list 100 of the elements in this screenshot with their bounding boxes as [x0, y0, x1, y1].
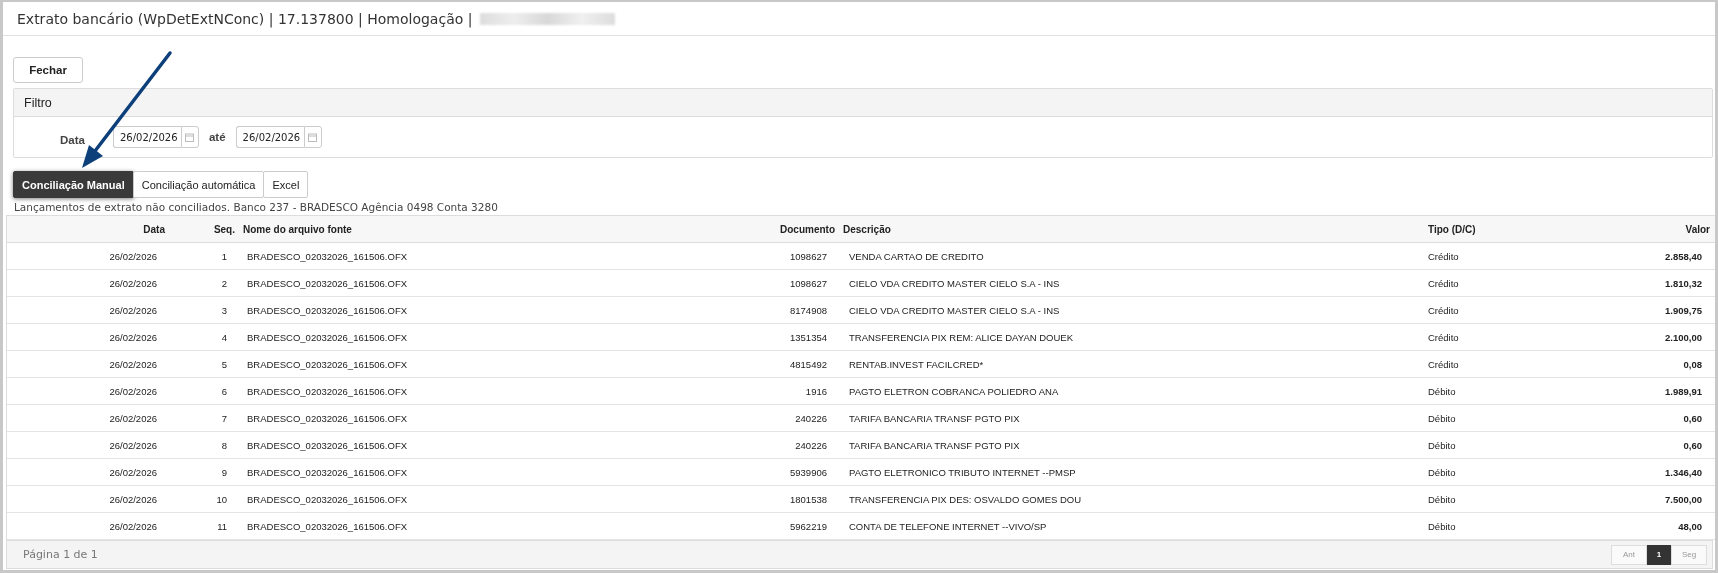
table-cell-text: 9: [220, 466, 228, 478]
date-label: Data: [60, 133, 85, 146]
table-cell-text: BRADESCO_02032026_161506.OFX: [246, 385, 409, 397]
table-cell-text: 1.989,91: [1664, 385, 1703, 397]
table-cell-text: 8: [220, 439, 228, 451]
table-cell-text: 0,08: [1682, 358, 1703, 370]
table-cell-text: PAGTO ELETRON COBRANCA POLIEDRO ANA: [848, 385, 1060, 397]
table-cell-text: 48,00: [1677, 520, 1703, 532]
table-cell-text: CIELO VDA CREDITO MASTER CIELO S.A - INS: [848, 304, 1061, 316]
table-cell-text: 5962219: [789, 520, 828, 532]
table-cell-text: 26/02/2026: [108, 358, 158, 370]
table-cell-text: 0,60: [1682, 412, 1703, 424]
table-cell-text: 2: [220, 277, 228, 289]
date-to-field[interactable]: 26/02/2026: [235, 126, 304, 148]
column-header: Data: [142, 223, 166, 235]
table-cell-text: 7: [220, 412, 228, 424]
table-cell-text: 8174908: [789, 304, 828, 316]
window-title: Extrato bancário (WpDetExtNConc) | 17.137800 | Homologação |: [17, 10, 473, 27]
table-cell-text: 1098627: [789, 250, 828, 262]
table-cell-text: Débito: [1427, 466, 1457, 478]
table-cell-text: BRADESCO_02032026_161506.OFX: [246, 250, 409, 262]
table-cell-text: TRANSFERENCIA PIX DES: OSVALDO GOMES DOU: [848, 493, 1083, 505]
table-cell-text: TARIFA BANCARIA TRANSF PGTO PIX: [848, 412, 1021, 424]
table-cell-text: 7.500,00: [1664, 493, 1703, 505]
page-info: Página 1 de 1: [22, 548, 98, 561]
table-cell-text: 4815492: [789, 358, 828, 370]
calendar-button[interactable]: [180, 126, 199, 148]
table-cell-text: Crédito: [1427, 250, 1460, 262]
table-cell-text: Crédito: [1427, 304, 1460, 316]
table-cell-text: 5939906: [789, 466, 828, 478]
tab[interactable]: Excel: [263, 171, 309, 198]
table-cell-text: 26/02/2026: [108, 277, 158, 289]
table-cell-text: 1351354: [789, 331, 828, 343]
filter-title: Filtro: [24, 95, 52, 110]
table-cell-text: PAGTO ELETRONICO TRIBUTO INTERNET --PMSP: [848, 466, 1077, 478]
date-from-field[interactable]: 26/02/2026: [112, 126, 181, 148]
table-cell-text: BRADESCO_02032026_161506.OFX: [246, 277, 409, 289]
table-caption: Lançamentos de extrato não conciliados. Banco 237 - BRADESCO Agência 0498 Conta 3280: [14, 201, 499, 214]
between-label: até: [207, 131, 227, 143]
table-cell-text: 1801538: [789, 493, 828, 505]
table-cell-text: 26/02/2026: [108, 250, 158, 262]
table-cell-text: 1916: [804, 385, 828, 397]
table-cell-text: 26/02/2026: [108, 466, 158, 478]
table-cell-text: 5: [220, 358, 228, 370]
column-header: Nome do arquivo fonte: [242, 223, 353, 235]
table-cell-text: 10: [215, 493, 228, 505]
table-cell-text: BRADESCO_02032026_161506.OFX: [246, 493, 409, 505]
table-cell-text: 0,60: [1682, 439, 1703, 451]
table-cell-text: 4: [220, 331, 228, 343]
table-cell-text: BRADESCO_02032026_161506.OFX: [246, 412, 409, 424]
table-cell-text: CONTA DE TELEFONE INTERNET --VIVO/SP: [848, 520, 1048, 532]
column-header: Descrição: [842, 223, 892, 235]
table-cell-text: 240226: [794, 412, 828, 424]
column-header: Valor: [1684, 223, 1711, 235]
table-cell-text: 26/02/2026: [108, 331, 158, 343]
table-cell-text: BRADESCO_02032026_161506.OFX: [246, 304, 409, 316]
table-cell-text: RENTAB.INVEST FACILCRED*: [848, 358, 985, 370]
table-cell-text: 1098627: [789, 277, 828, 289]
tab[interactable]: Conciliação automática: [132, 171, 265, 198]
table-cell-text: 1.810,32: [1664, 277, 1703, 289]
table-cell-text: 3: [220, 304, 228, 316]
table-cell-text: 26/02/2026: [108, 520, 158, 532]
table-cell-text: 1.346,40: [1664, 466, 1703, 478]
table-cell-text: Débito: [1427, 439, 1457, 451]
table-cell-text: BRADESCO_02032026_161506.OFX: [246, 331, 409, 343]
table-cell-text: BRADESCO_02032026_161506.OFX: [246, 520, 409, 532]
table-cell-text: 2.100,00: [1664, 331, 1703, 343]
table-cell-text: 6: [220, 385, 228, 397]
table-cell-text: 240226: [794, 439, 828, 451]
table-cell-text: 26/02/2026: [108, 493, 158, 505]
table-cell-text: BRADESCO_02032026_161506.OFX: [246, 466, 409, 478]
table-cell-text: 1: [220, 250, 228, 262]
table-cell-text: Crédito: [1427, 358, 1460, 370]
calendar-button[interactable]: [303, 126, 322, 148]
tab[interactable]: Conciliação Manual: [13, 171, 134, 198]
table-cell-text: Crédito: [1427, 331, 1460, 343]
table-cell-text: Débito: [1427, 412, 1457, 424]
close-button[interactable]: Fechar: [13, 57, 83, 83]
page-button[interactable]: 1: [1647, 544, 1671, 565]
calendar-icon: [308, 132, 318, 142]
table-cell-text: Débito: [1427, 520, 1457, 532]
column-header: Documento: [779, 223, 836, 235]
table-cell-text: Débito: [1427, 493, 1457, 505]
table-cell-text: Crédito: [1427, 277, 1460, 289]
calendar-icon: [185, 132, 195, 142]
table-cell-text: 11: [216, 520, 228, 532]
table-cell-text: CIELO VDA CREDITO MASTER CIELO S.A - INS: [848, 277, 1061, 289]
table-cell-text: VENDA CARTAO DE CREDITO: [848, 250, 985, 262]
column-header: Tipo (D/C): [1427, 223, 1477, 235]
table-cell-text: TARIFA BANCARIA TRANSF PGTO PIX: [848, 439, 1021, 451]
table-cell-text: 26/02/2026: [108, 385, 158, 397]
table-cell-text: BRADESCO_02032026_161506.OFX: [246, 358, 409, 370]
column-header: Seq.: [212, 223, 236, 235]
table-cell-text: 1.909,75: [1664, 304, 1703, 316]
table-cell-text: BRADESCO_02032026_161506.OFX: [246, 439, 409, 451]
table-cell-text: 26/02/2026: [108, 412, 158, 424]
table-cell-text: 2.858,40: [1664, 250, 1703, 262]
table-cell-text: 26/02/2026: [108, 304, 158, 316]
table-cell-text: TRANSFERENCIA PIX REM: ALICE DAYAN DOUEK: [848, 331, 1074, 343]
table-cell-text: Débito: [1427, 385, 1457, 397]
